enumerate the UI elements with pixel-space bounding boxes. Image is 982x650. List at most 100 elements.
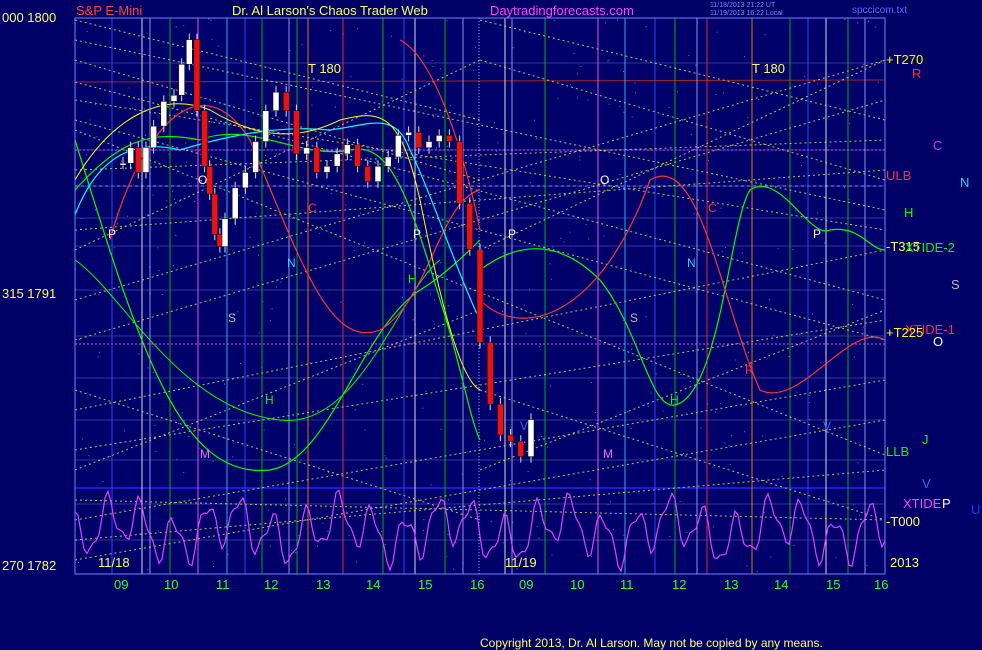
star: [97, 356, 99, 358]
star: [298, 535, 300, 537]
price-bar: [476, 249, 484, 343]
star: [495, 150, 497, 152]
star: [175, 235, 177, 236]
star: [712, 526, 714, 528]
star: [635, 92, 636, 94]
price-bar: [252, 141, 259, 173]
timestamp-local: 11/19/2013 16:22 Local: [710, 10, 783, 17]
star: [808, 402, 810, 404]
star: [139, 533, 141, 534]
star: [145, 96, 147, 98]
planet-label-R: R: [912, 66, 921, 81]
price-bar: [160, 101, 168, 127]
star: [619, 174, 621, 176]
star: [79, 339, 81, 341]
star: [144, 135, 146, 136]
planet-label-C: C: [933, 138, 942, 153]
planet-label-P: P: [413, 227, 421, 241]
site-url[interactable]: Daytradingforecasts.com: [490, 3, 634, 18]
star: [433, 116, 435, 118]
star: [816, 212, 818, 214]
year-label: 2013: [890, 555, 919, 570]
star: [113, 247, 115, 249]
copyright: Copyright 2013, Dr. Al Larson. May not b…: [480, 636, 823, 650]
star: [801, 165, 802, 166]
star: [728, 444, 730, 446]
hour-tick-label: 16: [470, 577, 484, 592]
star: [350, 76, 352, 78]
price-bar: [527, 419, 535, 457]
star: [689, 381, 691, 382]
star: [183, 25, 185, 27]
star: [647, 405, 649, 407]
star: [868, 20, 869, 22]
planet-label-H: H: [265, 393, 274, 407]
xtide-label: XTIDE: [903, 496, 942, 511]
star: [695, 64, 697, 66]
planet-label-P: P: [942, 496, 951, 511]
star: [720, 207, 722, 209]
star: [617, 19, 618, 21]
star: [590, 382, 592, 384]
star: [175, 26, 177, 28]
star: [848, 198, 850, 200]
star: [569, 231, 571, 233]
star: [258, 332, 260, 334]
star: [502, 311, 504, 313]
star: [768, 298, 770, 300]
planet-label-S: S: [951, 277, 960, 292]
star: [744, 431, 746, 433]
planet-label-H: H: [670, 393, 679, 407]
star: [497, 142, 499, 144]
star: [422, 529, 424, 531]
price-bar: [415, 132, 423, 148]
price-bar: [466, 203, 474, 250]
star: [693, 213, 695, 215]
planet-label-U: U: [971, 502, 980, 517]
star: [166, 200, 168, 202]
t270-label: +T270: [886, 52, 923, 67]
star: [662, 410, 664, 412]
star: [178, 423, 180, 424]
star: [433, 323, 435, 325]
star: [430, 293, 431, 295]
price-bar: [186, 39, 193, 65]
star: [794, 209, 796, 211]
star: [849, 123, 851, 125]
star: [194, 201, 196, 202]
star: [357, 28, 358, 30]
price-bar: [517, 440, 525, 457]
star: [289, 50, 291, 52]
star: [81, 438, 83, 440]
star: [217, 45, 219, 47]
star: [124, 430, 126, 432]
star: [237, 311, 239, 313]
planet-label-V: V: [922, 476, 931, 491]
star: [875, 26, 877, 28]
star: [550, 278, 552, 280]
hour-tick-label: 15: [826, 577, 840, 592]
star: [662, 195, 664, 197]
t180-label-1: T 180: [308, 61, 341, 76]
price-bar: [178, 64, 185, 96]
planet-label-R: R: [745, 363, 754, 377]
star: [796, 391, 798, 393]
star: [330, 30, 332, 31]
star: [146, 187, 148, 189]
star: [788, 355, 790, 357]
star: [291, 549, 292, 551]
star: [683, 453, 684, 454]
star: [762, 435, 764, 437]
star: [94, 103, 96, 105]
star: [793, 545, 795, 547]
star: [553, 19, 555, 21]
star: [453, 568, 455, 570]
star: [679, 501, 681, 502]
star: [224, 437, 226, 439]
star: [366, 157, 368, 159]
price-bar: [446, 135, 453, 142]
price-bar: [364, 166, 372, 182]
star: [844, 19, 846, 20]
star: [792, 249, 794, 251]
price-bar: [142, 147, 150, 173]
